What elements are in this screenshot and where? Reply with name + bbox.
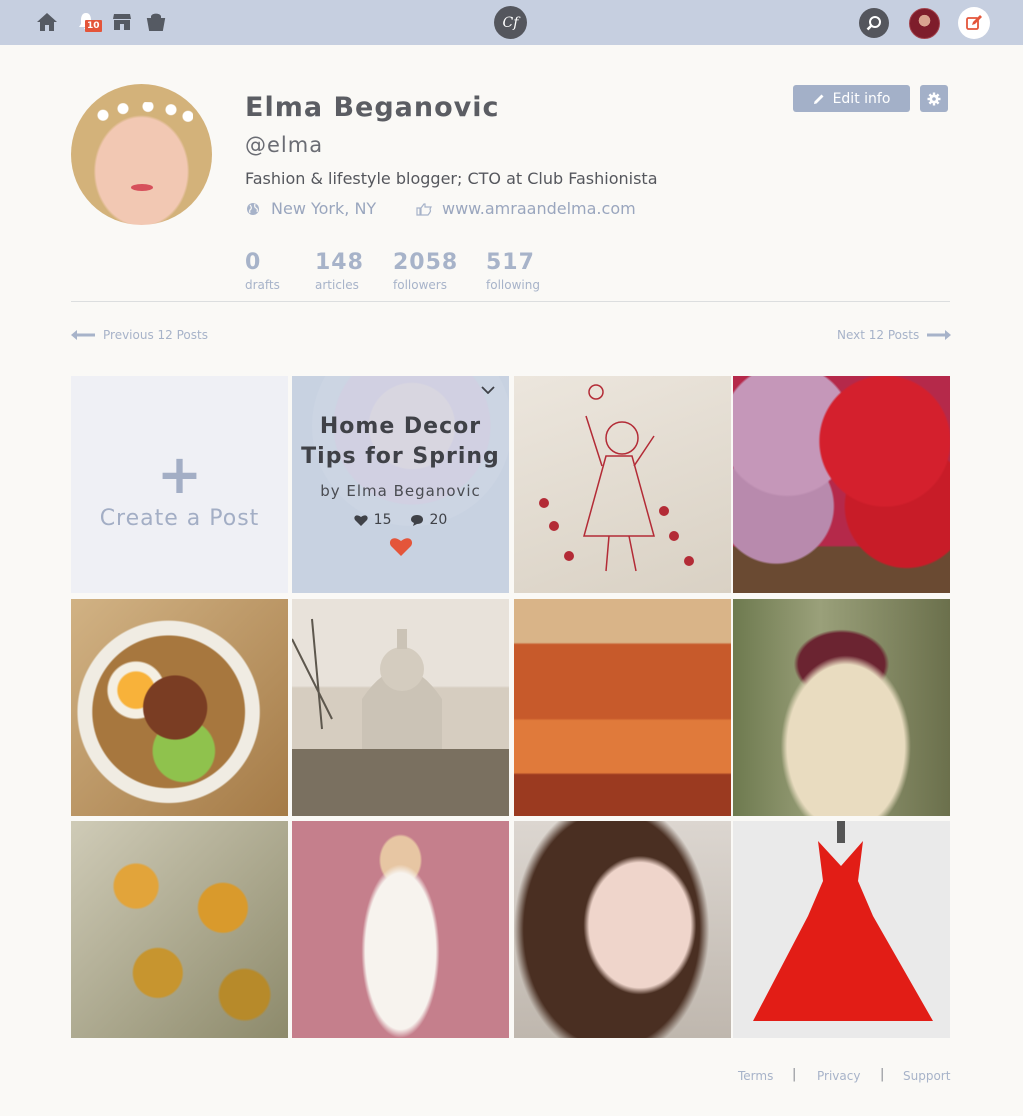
previous-posts-link[interactable]: Previous 12 Posts [71, 328, 208, 342]
gear-icon [927, 92, 941, 105]
stat-label: following [486, 278, 540, 292]
compose-post-button[interactable] [958, 7, 990, 39]
stat-label: followers [393, 278, 447, 292]
edit-info-label: Edit info [832, 90, 891, 107]
stat-articles[interactable]: 148 articles [315, 249, 364, 293]
store-icon[interactable] [111, 11, 133, 33]
globe-icon [245, 201, 261, 217]
brand-logo[interactable]: Cf [494, 6, 527, 39]
top-navigation-bar: 10 Cf [0, 0, 1023, 45]
home-icon[interactable] [36, 11, 58, 33]
comments-count: 20 [429, 512, 448, 528]
featured-post-tile[interactable]: Home Decor Tips for Spring by Elma Began… [292, 376, 509, 593]
post-title: Home Decor Tips for Spring [292, 412, 509, 472]
profile-website[interactable]: www.amraandelma.com [416, 199, 636, 218]
footer-support-link[interactable]: Support [903, 1069, 950, 1083]
stat-number: 2058 [393, 250, 459, 275]
pencil-icon [813, 94, 824, 104]
next-posts-link[interactable]: Next 12 Posts [837, 328, 952, 342]
stat-number: 148 [315, 250, 364, 275]
profile-handle: @elma [245, 133, 324, 157]
settings-button[interactable] [920, 85, 948, 112]
embroidery-girl-image [539, 384, 694, 572]
footer-terms-link[interactable]: Terms [738, 1069, 773, 1083]
post-title-line: Home Decor [319, 414, 482, 439]
footer-separator: | [792, 1067, 797, 1082]
post-tile-embroidery[interactable] [514, 376, 731, 593]
post-tile-autumn-branches[interactable] [71, 821, 288, 1038]
profile-photo [71, 84, 212, 225]
post-stats: 15 20 [292, 512, 509, 528]
stat-following[interactable]: 517 following [486, 249, 540, 293]
edit-pencil-icon [966, 15, 982, 30]
location-text: New York, NY [271, 199, 377, 218]
pointing-hand-icon [416, 201, 432, 217]
post-tile-tulips[interactable] [733, 376, 950, 593]
post-tile-white-dress[interactable] [292, 821, 509, 1038]
comment-icon [410, 515, 423, 526]
post-tile-vintage-portrait[interactable] [514, 821, 731, 1038]
profile-divider [71, 301, 950, 302]
red-dress-image [753, 821, 933, 1021]
post-tile-sacre-coeur[interactable] [292, 599, 509, 816]
stat-followers[interactable]: 2058 followers [393, 249, 458, 293]
notification-count-badge: 10 [85, 20, 102, 32]
user-avatar-button[interactable] [909, 8, 940, 39]
stat-label: drafts [245, 278, 280, 292]
profile-location: New York, NY [245, 199, 376, 218]
create-post-label: Create a Post [99, 506, 260, 531]
shopping-bag-icon[interactable] [145, 11, 167, 33]
footer-separator: | [880, 1067, 885, 1082]
profile-name: Elma Beganovic [245, 92, 500, 123]
stat-label: articles [315, 278, 359, 292]
arrow-right-icon [927, 330, 952, 340]
website-link[interactable]: www.amraandelma.com [442, 199, 636, 218]
post-tile-ramen[interactable] [71, 599, 288, 816]
post-tile-red-dress[interactable] [733, 821, 950, 1038]
likes-count: 15 [373, 512, 392, 528]
stat-drafts[interactable]: 0 drafts [245, 249, 280, 293]
chevron-down-icon[interactable] [481, 386, 495, 394]
arrow-left-icon [71, 330, 95, 340]
previous-posts-label: Previous 12 Posts [103, 328, 208, 342]
stat-number: 0 [245, 250, 262, 275]
heart-icon [354, 515, 368, 526]
footer-privacy-link[interactable]: Privacy [817, 1069, 860, 1083]
basilica-image [292, 618, 509, 816]
edit-info-button[interactable]: Edit info [793, 85, 910, 112]
next-posts-label: Next 12 Posts [837, 328, 920, 342]
search-button[interactable] [859, 8, 889, 38]
post-byline: by Elma Beganovic [320, 482, 481, 500]
post-title-line: Tips for Spring [301, 444, 500, 469]
post-tile-lace-dress[interactable] [733, 599, 950, 816]
plus-icon: + [156, 443, 203, 506]
search-icon [866, 16, 881, 31]
post-tile-city-rooftops[interactable] [514, 599, 731, 816]
profile-bio: Fashion & lifestyle blogger; CTO at Club… [245, 169, 658, 188]
like-heart-icon[interactable] [389, 536, 413, 556]
stat-number: 517 [486, 250, 535, 275]
create-post-tile[interactable]: + Create a Post [71, 376, 288, 593]
